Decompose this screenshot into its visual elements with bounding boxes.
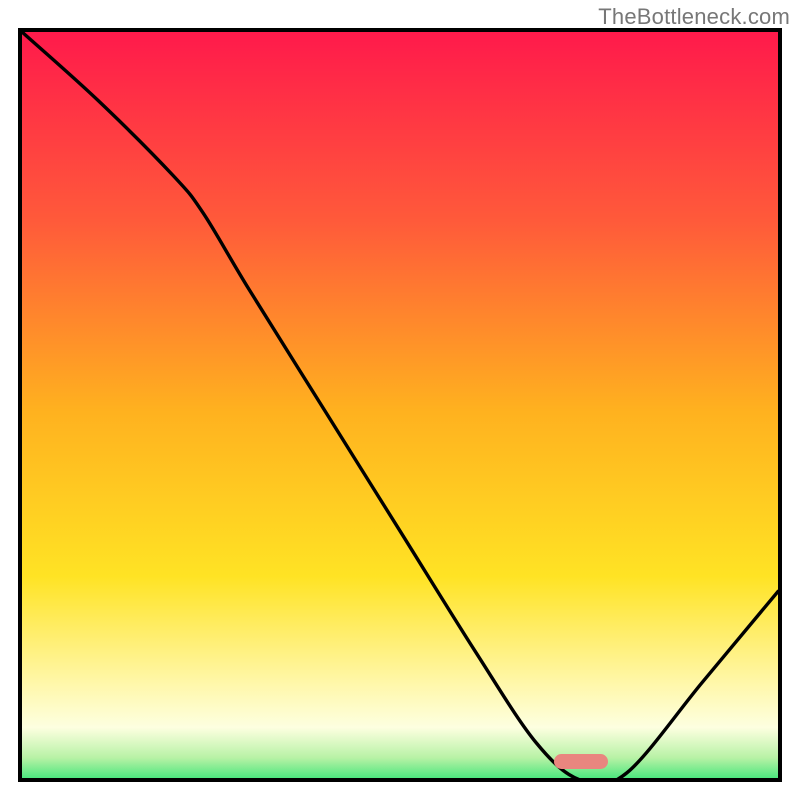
chart-container: TheBottleneck.com [0,0,800,800]
bottleneck-curve [22,32,778,782]
trough-marker [554,754,608,769]
watermark-text: TheBottleneck.com [598,4,790,30]
plot-frame [18,28,782,782]
